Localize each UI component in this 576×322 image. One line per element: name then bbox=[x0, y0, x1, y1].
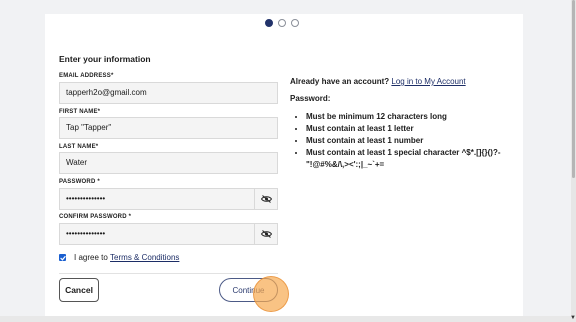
first-name-field[interactable]: Tap "Tapper" bbox=[59, 117, 278, 139]
scrollbar[interactable] bbox=[571, 0, 576, 322]
form-heading: Enter your information bbox=[59, 54, 151, 64]
rule-item: Must be minimum 12 characters long bbox=[306, 111, 520, 123]
last-name-field[interactable]: Water bbox=[59, 152, 278, 174]
terms-link[interactable]: Terms & Conditions bbox=[110, 253, 179, 262]
email-label: EMAIL ADDRESS* bbox=[59, 73, 114, 79]
last-name-label: LAST NAME* bbox=[59, 144, 99, 150]
password-rules-list: Must be minimum 12 characters long Must … bbox=[290, 111, 520, 171]
step-dot-1 bbox=[265, 19, 273, 27]
cancel-button[interactable]: Cancel bbox=[59, 278, 99, 302]
divider bbox=[59, 273, 278, 274]
step-dot-2 bbox=[278, 19, 286, 27]
eye-slash-icon[interactable] bbox=[254, 189, 277, 209]
agree-text: I agree to bbox=[74, 253, 108, 262]
confirm-password-value: •••••••••••••• bbox=[66, 229, 106, 238]
password-rules-title: Password: bbox=[290, 94, 331, 103]
step-dot-3 bbox=[291, 19, 299, 27]
already-text: Already have an account? bbox=[290, 77, 390, 86]
password-field[interactable]: •••••••••••••• bbox=[59, 188, 278, 210]
password-label: PASSWORD * bbox=[59, 179, 100, 185]
side-info: Already have an account? Log in to My Ac… bbox=[290, 77, 520, 171]
checkmark-icon bbox=[59, 255, 66, 261]
rule-item: Must contain at least 1 letter bbox=[306, 123, 520, 135]
terms-checkbox[interactable] bbox=[59, 254, 66, 261]
first-name-label: FIRST NAME* bbox=[59, 109, 101, 115]
login-link[interactable]: Log in to My Account bbox=[391, 77, 465, 86]
rule-item: Must contain at least 1 special characte… bbox=[306, 147, 520, 171]
eye-slash-icon[interactable] bbox=[254, 224, 277, 244]
scrollbar-thumb[interactable] bbox=[572, 0, 575, 178]
click-highlight bbox=[253, 276, 289, 312]
registration-card: Enter your information EMAIL ADDRESS* ta… bbox=[45, 14, 523, 322]
confirm-password-field[interactable]: •••••••••••••• bbox=[59, 223, 278, 245]
confirm-password-label: CONFIRM PASSWORD * bbox=[59, 214, 132, 220]
bottom-bar bbox=[0, 316, 576, 322]
email-field[interactable]: tapperh2o@gmail.com bbox=[59, 82, 278, 104]
password-value: •••••••••••••• bbox=[66, 194, 106, 203]
rule-item: Must contain at least 1 number bbox=[306, 135, 520, 147]
top-bar bbox=[0, 0, 576, 10]
step-indicator bbox=[265, 19, 299, 27]
terms-row: I agree to Terms & Conditions bbox=[59, 253, 179, 262]
scroll-down-arrow-icon[interactable]: ▼ bbox=[570, 315, 576, 321]
